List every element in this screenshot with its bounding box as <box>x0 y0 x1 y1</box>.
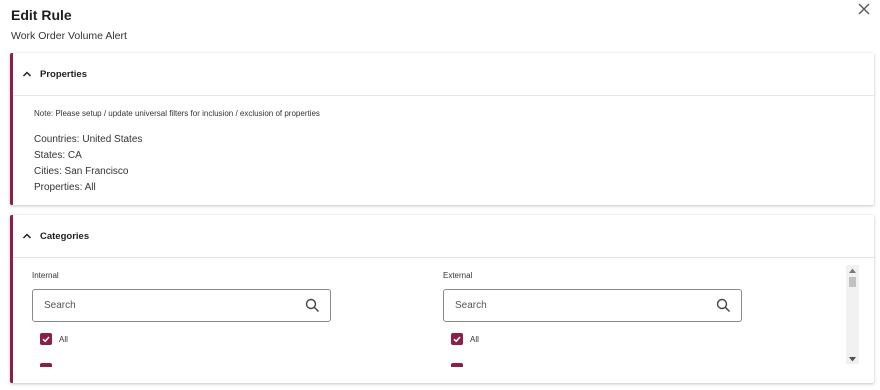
close-icon <box>858 3 870 15</box>
categories-scrollbar[interactable] <box>846 265 859 364</box>
external-search-field[interactable] <box>443 289 742 322</box>
categories-header-label: Categories <box>40 230 90 242</box>
external-next-checkbox[interactable] <box>451 363 463 367</box>
properties-header[interactable]: Properties <box>13 53 874 96</box>
properties-item-properties: Properties: All <box>34 182 96 193</box>
properties-note: Note: Please setup / update universal fi… <box>34 109 320 118</box>
scroll-up-icon[interactable] <box>849 266 856 274</box>
search-icon[interactable] <box>716 298 731 313</box>
chevron-up-icon <box>22 230 34 242</box>
chevron-up-icon <box>22 68 34 80</box>
close-button[interactable] <box>855 0 873 18</box>
external-label: External <box>443 271 473 280</box>
properties-header-label: Properties <box>40 68 87 80</box>
properties-list: Countries: United States States: CA Citi… <box>34 132 142 196</box>
external-all-checkbox[interactable] <box>451 333 463 345</box>
external-all-checkbox-row[interactable]: All <box>451 333 479 345</box>
internal-next-checkbox[interactable] <box>40 363 52 367</box>
properties-panel: Properties Note: Please setup / update u… <box>10 53 874 205</box>
internal-label: Internal <box>32 271 59 280</box>
checkmark-icon <box>42 336 50 343</box>
scroll-down-icon[interactable] <box>849 355 856 363</box>
search-icon[interactable] <box>305 298 320 313</box>
external-all-label: All <box>470 334 479 344</box>
dialog-title: Edit Rule <box>11 7 72 23</box>
properties-item-states: States: CA <box>34 150 82 161</box>
categories-panel: Categories Internal All External All <box>10 215 874 383</box>
internal-all-label: All <box>59 334 68 344</box>
dialog-subtitle: Work Order Volume Alert <box>11 30 127 42</box>
categories-header[interactable]: Categories <box>13 215 874 258</box>
scrollbar-thumb[interactable] <box>849 277 856 287</box>
checkmark-icon <box>453 336 461 343</box>
properties-item-cities: Cities: San Francisco <box>34 166 129 177</box>
properties-item-countries: Countries: United States <box>34 134 143 145</box>
external-search-input[interactable] <box>455 290 695 321</box>
internal-all-checkbox[interactable] <box>40 333 52 345</box>
internal-search-input[interactable] <box>44 290 284 321</box>
internal-all-checkbox-row[interactable]: All <box>40 333 68 345</box>
internal-search-field[interactable] <box>32 289 331 322</box>
